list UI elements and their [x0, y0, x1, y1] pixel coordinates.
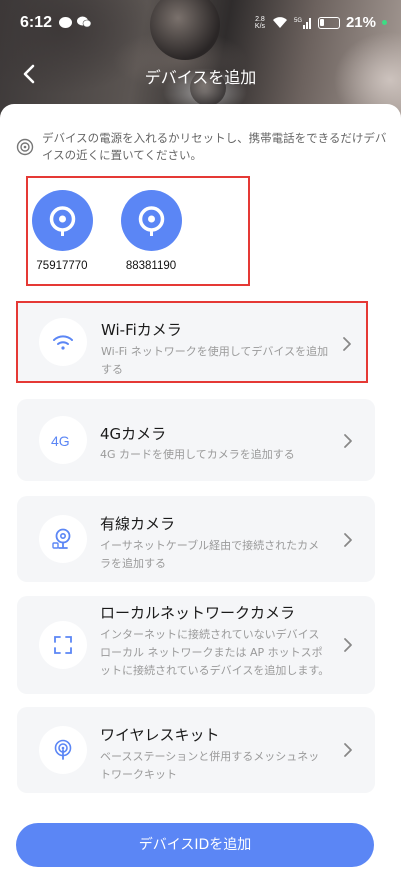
option-icon-circle: 4G	[39, 416, 87, 464]
scan-frame-icon	[54, 636, 72, 654]
device-avatar	[31, 190, 93, 251]
option-card: Wi-Fiカメラ Wi-Fi ネットワークを使用してデバイスを追加する	[18, 303, 366, 381]
option-description: イーサネットケーブル経由で接続されたカメラを追加する	[100, 539, 320, 570]
option-wireless-kit[interactable]: ワイヤレスキット ベースステーションと併用するメッシュネットワークキット	[17, 707, 375, 793]
option-local-network-camera[interactable]: ローカルネットワークカメラ インターネットに接続されていないデバイスローカル ネ…	[17, 596, 375, 694]
charging-dot-icon	[382, 20, 387, 25]
signal-target-icon	[16, 138, 34, 156]
device-id: 75917770	[36, 260, 88, 272]
option-title: ローカルネットワークカメラ	[100, 604, 296, 622]
chevron-right-icon	[344, 743, 352, 757]
option-wifi-camera[interactable]: Wi-Fiカメラ Wi-Fi ネットワークを使用してデバイスを追加する	[16, 301, 368, 383]
cellular-signal-icon: 5G	[294, 18, 311, 29]
camera-lens-icon	[49, 206, 75, 236]
option-description: Wi-Fi ネットワークを使用してデバイスを追加する	[101, 345, 329, 376]
option-wired-camera[interactable]: 有線カメラ イーサネットケーブル経由で接続されたカメラを追加する	[17, 496, 375, 582]
option-icon-circle	[39, 621, 87, 669]
add-device-id-button[interactable]: デバイスIDを追加	[16, 823, 374, 867]
battery-percent: 21%	[345, 14, 376, 31]
option-description: インターネットに接続されていないデバイスローカル ネットワークまたは AP ホッ…	[100, 628, 330, 677]
tip-text: デバイスの電源を入れるかリセットし、携帯電話をできるだけデバイスの近くに置いてく…	[42, 131, 387, 162]
chevron-right-icon	[343, 337, 351, 351]
network-speed-value: 2.8	[255, 15, 265, 23]
option-title: Wi-Fiカメラ	[101, 321, 182, 339]
message-notification-icon	[59, 17, 72, 28]
option-icon-circle	[39, 515, 87, 563]
device-avatar	[120, 190, 182, 251]
option-title: ワイヤレスキット	[100, 726, 220, 744]
4g-icon: 4G	[51, 433, 70, 449]
network-speed-unit: K/s	[254, 22, 266, 30]
signal-label: 5G	[294, 18, 302, 24]
option-description: ベースステーションと併用するメッシュネットワークキット	[100, 750, 320, 781]
discovered-device[interactable]: 88381190	[119, 190, 183, 272]
chevron-right-icon	[344, 533, 352, 547]
chevron-right-icon	[344, 434, 352, 448]
camera-lens-icon	[138, 206, 164, 236]
option-icon-circle	[39, 318, 87, 366]
status-bar: 6:12 2.8 K/s 5G 21%	[0, 0, 401, 48]
option-title: 有線カメラ	[100, 515, 176, 533]
option-icon-circle	[39, 726, 87, 774]
status-time: 6:12	[20, 14, 53, 31]
wired-camera-icon	[52, 528, 71, 549]
wechat-notification-icon	[77, 16, 91, 28]
wifi-icon	[53, 335, 73, 350]
option-description: 4G カードを使用してカメラを追加する	[100, 448, 295, 461]
device-id: 88381190	[125, 260, 177, 272]
wireless-kit-icon	[54, 739, 72, 760]
network-speed: 2.8 K/s	[254, 16, 266, 30]
wifi-status-icon	[272, 17, 287, 28]
svg-text:4G: 4G	[51, 433, 70, 449]
battery-icon	[317, 16, 340, 29]
chevron-right-icon	[344, 638, 352, 652]
discovered-device[interactable]: 75917770	[30, 190, 94, 272]
page-title: デバイスを追加	[144, 68, 257, 87]
option-4g-camera[interactable]: 4G 4Gカメラ 4G カードを使用してカメラを追加する	[17, 399, 375, 481]
option-title: 4Gカメラ	[100, 425, 167, 443]
discovered-devices-group: 75917770 88381190	[26, 176, 250, 286]
